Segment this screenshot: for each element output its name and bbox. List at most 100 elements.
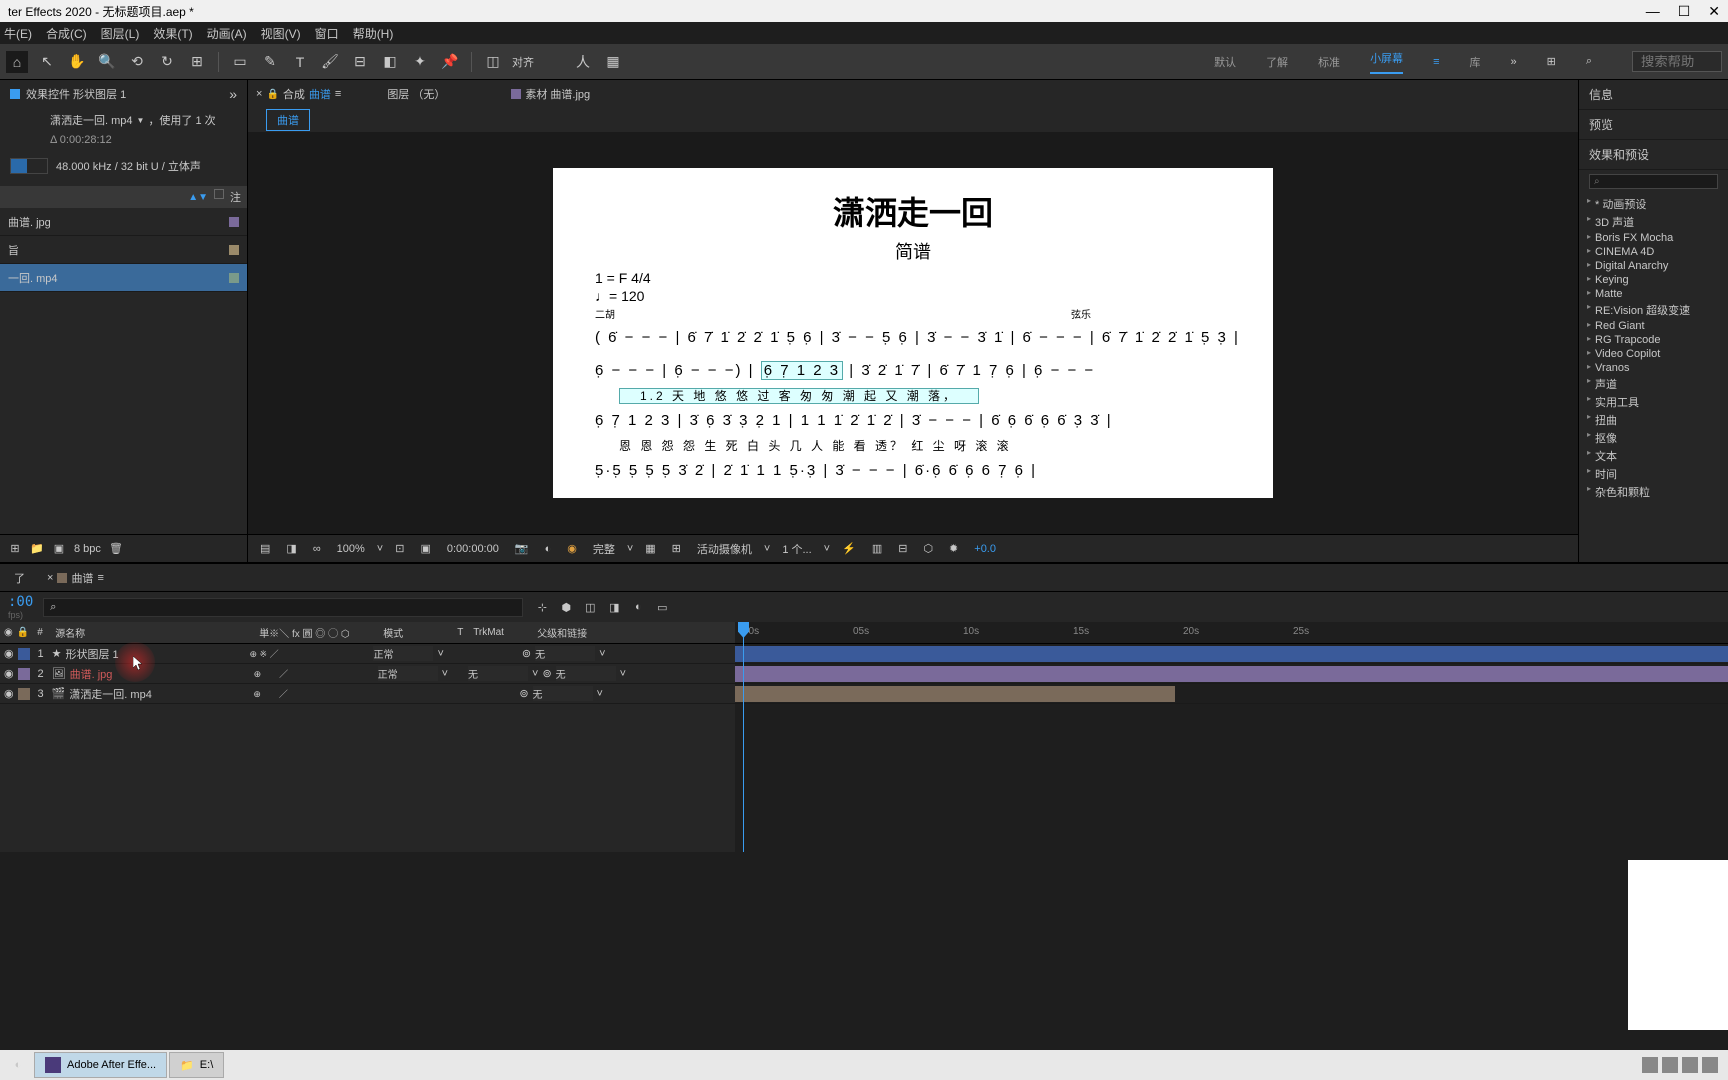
layer-name[interactable]: 形状图层 1: [65, 646, 245, 662]
trkmat-col[interactable]: TrkMat: [469, 627, 529, 638]
maximize-button[interactable]: ☐: [1678, 3, 1691, 20]
pickwhip-icon[interactable]: ⊚: [519, 687, 528, 700]
zoom-select[interactable]: 100%: [333, 541, 369, 557]
layer-name[interactable]: 潇洒走一回. mp4: [69, 686, 249, 702]
zoom-tool-icon[interactable]: 🔍: [96, 51, 118, 73]
view-dropdown-icon[interactable]: ˅: [824, 543, 830, 555]
puppet-tool-icon[interactable]: 📌: [439, 51, 461, 73]
tree-item[interactable]: ▸CINEMA 4D: [1585, 245, 1722, 259]
trkmat-select[interactable]: 无: [468, 666, 528, 681]
breadcrumb-item[interactable]: 曲谱: [266, 109, 310, 131]
tree-item[interactable]: ▸3D 声道: [1585, 213, 1722, 231]
av-col-icon[interactable]: ◉: [4, 627, 13, 638]
color-icon[interactable]: ◉: [563, 540, 581, 557]
search-icon[interactable]: ⌕: [1586, 55, 1592, 68]
visibility-toggle[interactable]: ◉: [4, 667, 14, 680]
render-icon[interactable]: ⬡: [919, 540, 937, 557]
brush-tool-icon[interactable]: 🖌: [319, 51, 341, 73]
num-col[interactable]: #: [33, 627, 47, 638]
playhead[interactable]: [743, 622, 744, 852]
orbit-tool-icon[interactable]: ⟲: [126, 51, 148, 73]
home-tool-icon[interactable]: ⌂: [6, 51, 28, 73]
tray-icon[interactable]: [1682, 1057, 1698, 1073]
ws-standard[interactable]: 标准: [1318, 54, 1340, 70]
text-tool-icon[interactable]: T: [289, 51, 311, 73]
lock-col-icon[interactable]: 🔒: [17, 627, 29, 638]
tree-item[interactable]: ▸Keying: [1585, 273, 1722, 287]
parent-col[interactable]: 父级和链接: [533, 625, 633, 640]
lock-icon[interactable]: 🔒: [266, 89, 278, 100]
rect-tool-icon[interactable]: ▭: [229, 51, 251, 73]
effects-panel-header[interactable]: 效果和预设: [1579, 140, 1728, 170]
start-button[interactable]: ◐: [4, 1052, 32, 1078]
minimize-button[interactable]: —: [1646, 3, 1660, 20]
pickwhip-icon[interactable]: ⊚: [522, 647, 531, 660]
tab-menu-icon[interactable]: ≡: [335, 88, 341, 100]
source-col[interactable]: 源名称: [51, 625, 251, 640]
visibility-toggle[interactable]: ◉: [4, 687, 14, 700]
graph-editor-icon[interactable]: ▭: [653, 598, 671, 616]
tree-item[interactable]: ▸抠像: [1585, 429, 1722, 447]
current-time[interactable]: :00: [8, 594, 33, 610]
close-button[interactable]: ✕: [1708, 3, 1720, 20]
blend-mode[interactable]: 正常: [378, 666, 438, 681]
layer-track[interactable]: [735, 664, 1728, 684]
cam-dropdown-icon[interactable]: ˅: [764, 543, 770, 555]
mode-col[interactable]: 模式: [379, 625, 449, 640]
tree-item[interactable]: ▸文本: [1585, 447, 1722, 465]
timeline-tab[interactable]: × 曲谱 ≡: [41, 570, 110, 586]
tree-item[interactable]: ▸Boris FX Mocha: [1585, 231, 1722, 245]
project-item[interactable]: 一回. mp4: [0, 264, 247, 292]
menu-layer[interactable]: 图层(L): [101, 25, 140, 42]
layer-bar[interactable]: [735, 686, 1175, 702]
layer-switches[interactable]: ⊕ ／: [253, 687, 373, 700]
mask-tool-icon[interactable]: 人: [572, 51, 594, 73]
parent-select[interactable]: 无: [535, 646, 595, 661]
toggle-mask-icon[interactable]: ◨: [282, 540, 300, 557]
resolution-icon[interactable]: ⊡: [391, 540, 408, 557]
tree-item[interactable]: ▸RG Trapcode: [1585, 333, 1722, 347]
toggle-alpha-icon[interactable]: ▤: [256, 540, 274, 557]
clone-tool-icon[interactable]: ⊟: [349, 51, 371, 73]
zoom-dropdown-icon[interactable]: ˅: [377, 543, 383, 555]
time-ruler[interactable]: 00s 05s 10s 15s 20s 25s: [735, 622, 1728, 644]
taskbar-app[interactable]: 📁 E:\: [169, 1052, 224, 1078]
info-panel-header[interactable]: 信息: [1579, 80, 1728, 110]
interpret-icon[interactable]: ⊞: [8, 542, 22, 556]
timeline-icon[interactable]: ▥: [868, 540, 886, 557]
hide-shy-icon[interactable]: ◫: [581, 598, 599, 616]
folder-icon[interactable]: 📁: [30, 542, 44, 556]
resolution-select[interactable]: 完整: [589, 539, 619, 559]
menu-comp[interactable]: 合成(C): [46, 25, 87, 42]
dropdown-icon[interactable]: ▼: [137, 116, 145, 125]
parent-select[interactable]: 无: [556, 666, 616, 681]
label-col-icon[interactable]: [214, 189, 224, 199]
comp-tab-main[interactable]: × 🔒 合成 曲谱 ≡: [256, 86, 341, 102]
motion-blur-icon[interactable]: ◐: [629, 598, 647, 616]
timeline-tab[interactable]: 了: [8, 570, 31, 586]
ws-menu-icon[interactable]: ≡: [1433, 56, 1439, 68]
parent-select[interactable]: 无: [533, 686, 593, 701]
tray-icon[interactable]: [1642, 1057, 1658, 1073]
ws-learn[interactable]: 了解: [1266, 54, 1288, 70]
fast-preview-icon[interactable]: ⚡: [838, 540, 860, 557]
snap-icon[interactable]: ◫: [482, 51, 504, 73]
close-tab-icon[interactable]: ×: [256, 88, 262, 100]
tree-item[interactable]: ▸Video Copilot: [1585, 347, 1722, 361]
comp-viewer[interactable]: 潇洒走一回 简谱 1 = F 4/4 ♩= 120 二胡弦乐 ( 6̇ − − …: [248, 132, 1578, 534]
menu-view[interactable]: 视图(V): [261, 25, 301, 42]
search-help-input[interactable]: [1632, 51, 1722, 72]
tab-menu-icon[interactable]: ≡: [97, 572, 103, 584]
comp-flowchart-icon[interactable]: ⊹: [533, 598, 551, 616]
comp-tab-layer[interactable]: 图层 （无）: [387, 86, 445, 102]
tree-item[interactable]: ▸时间: [1585, 465, 1722, 483]
timeline-layer[interactable]: ◉ 3 🎬 潇洒走一回. mp4 ⊕ ／ ⊚ 无˅: [0, 684, 735, 704]
note-col[interactable]: 注: [230, 189, 241, 205]
menu-help[interactable]: 帮助(H): [353, 25, 394, 42]
roto-tool-icon[interactable]: ✦: [409, 51, 431, 73]
snapshot-icon[interactable]: 📷: [511, 540, 533, 557]
draft3d-icon[interactable]: ⬢: [557, 598, 575, 616]
channel-icon[interactable]: ◐: [541, 541, 556, 557]
reset-exposure-icon[interactable]: ✹: [945, 540, 962, 557]
tree-item[interactable]: ▸Red Giant: [1585, 319, 1722, 333]
